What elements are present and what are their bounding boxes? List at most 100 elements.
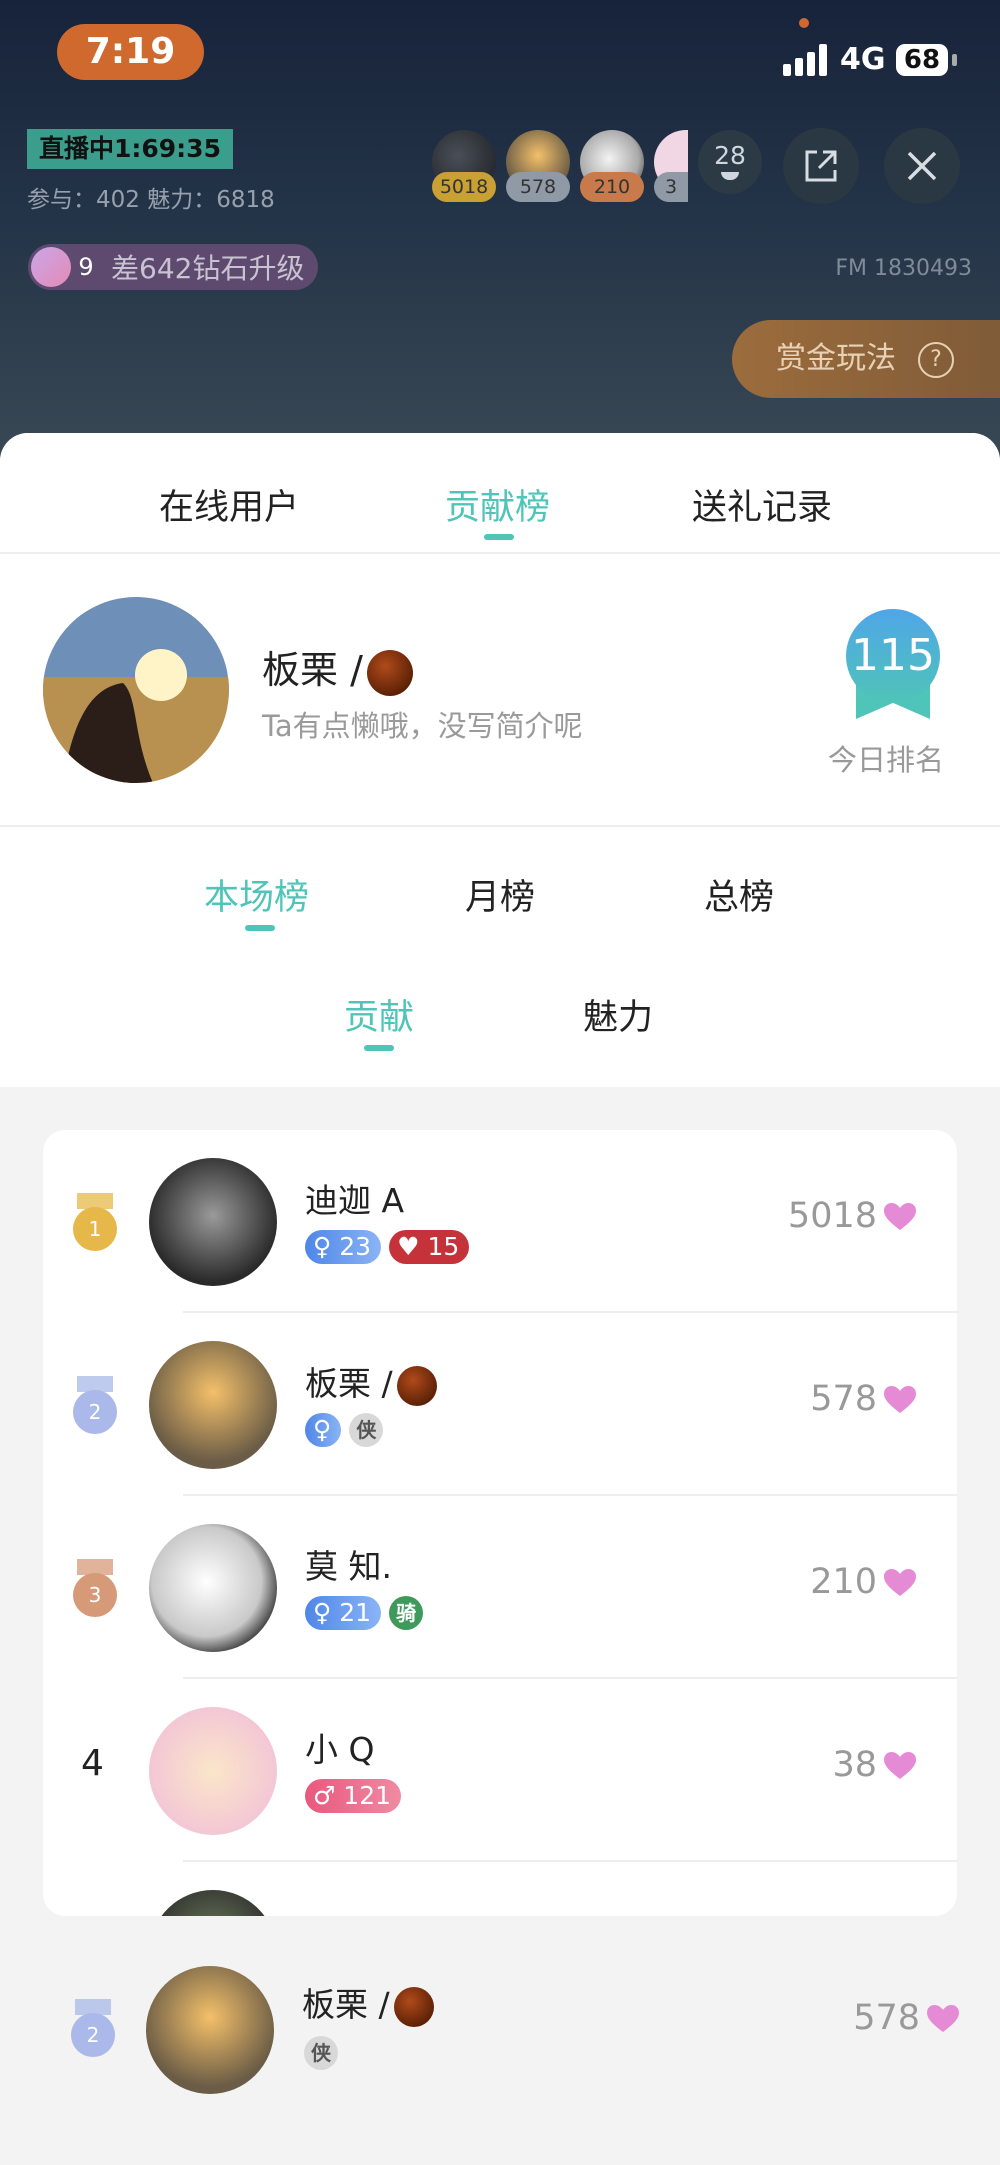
top-avatar-tag: 210 <box>580 172 644 202</box>
ranking-row[interactable]: 4 小 Q ♂ 121 38 <box>43 1679 957 1862</box>
level-badge: ♂ 121 <box>305 1779 402 1813</box>
tab-indicator <box>364 1045 394 1051</box>
tab-charm-type[interactable]: 魅力 <box>583 989 653 1040</box>
level-badge: ♀ 21 <box>305 1596 382 1630</box>
close-icon <box>907 151 937 181</box>
divider <box>0 552 1000 554</box>
medal-rank: 2 <box>73 1390 117 1434</box>
badge-text: 15 <box>427 1232 460 1261</box>
medal-icon: 3 <box>73 1559 117 1617</box>
title-badge: 侠 <box>349 1413 384 1447</box>
chestnut-icon <box>366 649 413 696</box>
user-badges: ♀ 侠 <box>305 1413 384 1447</box>
my-contribution-value: 578 <box>853 1998 960 2038</box>
user-name: 针地 <box>305 1906 371 1916</box>
level-progress[interactable]: 9 差642钻石升级 <box>28 244 319 290</box>
heart-icon <box>927 2005 959 2032</box>
profile-name: 板栗 / <box>262 639 413 696</box>
user-name: 莫 知. <box>305 1540 392 1588</box>
badge-symbol: ♥ <box>397 1232 420 1261</box>
contribution-value: 578 <box>810 1379 917 1419</box>
my-avatar[interactable] <box>146 1966 274 2094</box>
tab-gift-records[interactable]: 送礼记录 <box>692 479 832 530</box>
tab-total-ranking[interactable]: 总榜 <box>704 869 774 920</box>
ranking-row[interactable]: 针地 <box>43 1862 957 1916</box>
level-badge: ♥ 15 <box>389 1230 470 1264</box>
live-stats: 参与：402 魅力：6818 <box>27 187 275 213</box>
medal-icon: 2 <box>73 1376 117 1434</box>
status-time: 7:19 <box>57 24 204 80</box>
profile-name-text: 板栗 / <box>262 648 363 692</box>
user-name: 板栗 / <box>305 1357 437 1406</box>
tab-monthly-ranking[interactable]: 月榜 <box>465 869 535 920</box>
badge-text: 23 <box>339 1232 372 1261</box>
contribution-value: 210 <box>810 1562 917 1602</box>
ranking-row[interactable]: 2 板栗 / ♀ 侠 578 <box>43 1313 957 1496</box>
tab-contribution[interactable]: 贡献榜 <box>445 479 550 530</box>
share-button[interactable] <box>783 128 859 204</box>
rank-number: 4 <box>81 1743 104 1784</box>
heart-icon <box>884 1203 916 1230</box>
close-button[interactable] <box>884 128 960 204</box>
user-name-text: 迪迦 A <box>305 1181 405 1220</box>
live-status-badge: 直播中1:69:35 <box>27 129 233 169</box>
heart-icon <box>884 1386 916 1413</box>
user-name-text: 板栗 / <box>305 1364 393 1403</box>
contribution-value-text: 38 <box>832 1745 877 1785</box>
medal-rank: 1 <box>73 1207 117 1251</box>
tab-contribution-type[interactable]: 贡献 <box>344 989 414 1040</box>
tab-session-ranking[interactable]: 本场榜 <box>204 869 309 920</box>
title-badge: 骑 <box>389 1596 424 1630</box>
level-number: 9 <box>78 253 94 281</box>
top-avatar-tag: 578 <box>506 172 570 202</box>
bounty-label: 赏金玩法 <box>776 341 896 376</box>
level-icon <box>31 247 71 287</box>
user-badges: ♀ 23 ♥ 15 <box>305 1230 470 1264</box>
user-badges: ♂ 121 <box>305 1779 402 1813</box>
my-name-text: 板栗 / <box>302 1985 390 2024</box>
share-icon <box>805 150 837 182</box>
bounty-button[interactable]: 赏金玩法? <box>732 320 1000 398</box>
medal-rank: 2 <box>71 2013 115 2057</box>
battery-icon: 68 <box>896 44 948 76</box>
level-badge: ♀ 23 <box>305 1230 382 1264</box>
contribution-value-text: 210 <box>810 1562 877 1602</box>
viewer-count[interactable]: 28 <box>698 130 762 194</box>
user-avatar[interactable] <box>149 1524 277 1652</box>
help-icon[interactable]: ? <box>918 341 954 378</box>
heart-icon <box>884 1569 916 1596</box>
user-avatar[interactable] <box>149 1158 277 1286</box>
chestnut-icon <box>396 1365 437 1406</box>
my-contribution-value-text: 578 <box>853 1998 920 2038</box>
my-name: 板栗 / <box>302 1978 434 2027</box>
today-rank-label: 今日排名 <box>828 743 945 777</box>
my-ranking-entry[interactable]: 2 板栗 / 侠 578 <box>0 1916 1000 2116</box>
recording-dot <box>799 18 809 28</box>
ranking-row[interactable]: 1 迪迦 A ♀ 23 ♥ 15 5018 <box>43 1130 957 1313</box>
user-avatar[interactable] <box>149 1707 277 1835</box>
user-name: 迪迦 A <box>305 1174 404 1222</box>
ranking-row[interactable]: 3莫 知. ♀ 21 骑 210 <box>43 1496 957 1679</box>
user-name-text: 小 Q <box>305 1730 375 1769</box>
user-avatar[interactable] <box>149 1890 277 1916</box>
tab-online-users[interactable]: 在线用户 <box>159 479 299 530</box>
badge-text: 121 <box>343 1781 392 1810</box>
contribution-value-text: 578 <box>810 1379 877 1419</box>
signal-icon <box>783 44 831 76</box>
contribution-value-text: 5018 <box>787 1196 877 1236</box>
divider <box>0 825 1000 827</box>
tab-indicator <box>245 925 275 931</box>
profile-avatar[interactable] <box>43 597 229 783</box>
medal-icon: 1 <box>73 1193 117 1251</box>
user-name: 小 Q <box>305 1723 374 1771</box>
user-avatar[interactable] <box>149 1341 277 1469</box>
today-rank-badge: 115 <box>846 609 940 703</box>
badge-symbol: ♀ <box>313 1598 332 1627</box>
badge-symbol: ♀ <box>313 1232 332 1261</box>
badge-text: 21 <box>339 1598 372 1627</box>
avatar-image <box>43 597 229 783</box>
title-badge: 侠 <box>304 2036 338 2070</box>
contribution-sheet: 在线用户 贡献榜 送礼记录 板栗 / Ta有点懒哦，没写简介呢 115 今日排名… <box>0 433 1000 2165</box>
profile-bio: Ta有点懒哦，没写简介呢 <box>262 709 583 743</box>
badge-symbol: ♀ <box>313 1415 332 1444</box>
